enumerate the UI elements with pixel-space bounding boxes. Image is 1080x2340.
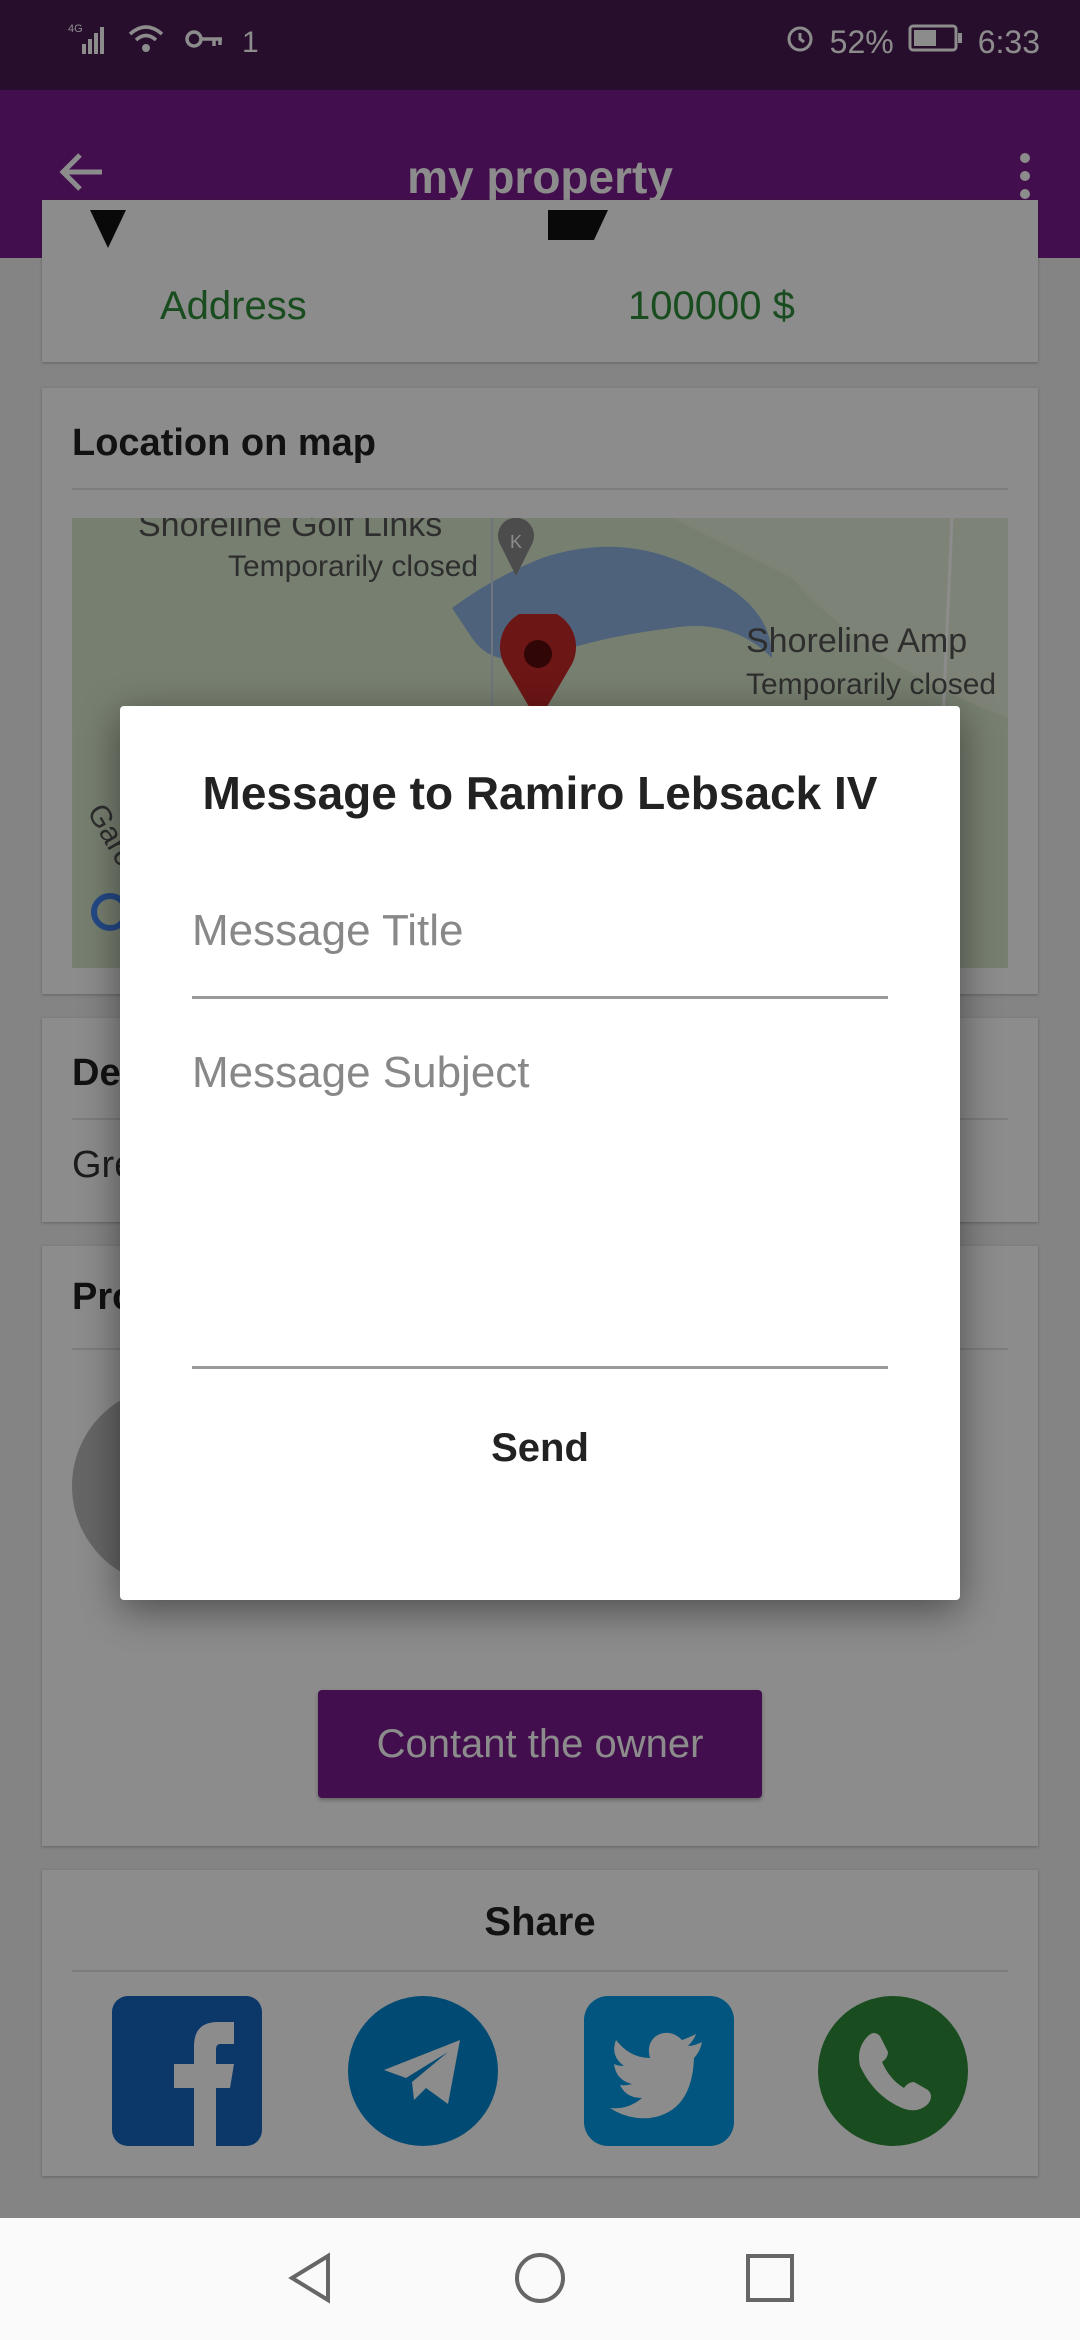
- message-subject-underline: [192, 1366, 888, 1369]
- nav-back-icon[interactable]: [282, 2250, 338, 2311]
- message-title-underline: [192, 996, 888, 999]
- message-subject-input[interactable]: [192, 1048, 888, 1248]
- send-button[interactable]: Send: [120, 1426, 960, 1471]
- dialog-title: Message to Ramiro Lebsack IV: [202, 767, 878, 819]
- nav-home-icon[interactable]: [512, 2250, 568, 2311]
- navigation-bar: [0, 2218, 1080, 2340]
- message-title-input[interactable]: [192, 896, 888, 966]
- message-dialog: Message to Ramiro Lebsack IV Send: [120, 706, 960, 1600]
- nav-recents-icon[interactable]: [742, 2250, 798, 2311]
